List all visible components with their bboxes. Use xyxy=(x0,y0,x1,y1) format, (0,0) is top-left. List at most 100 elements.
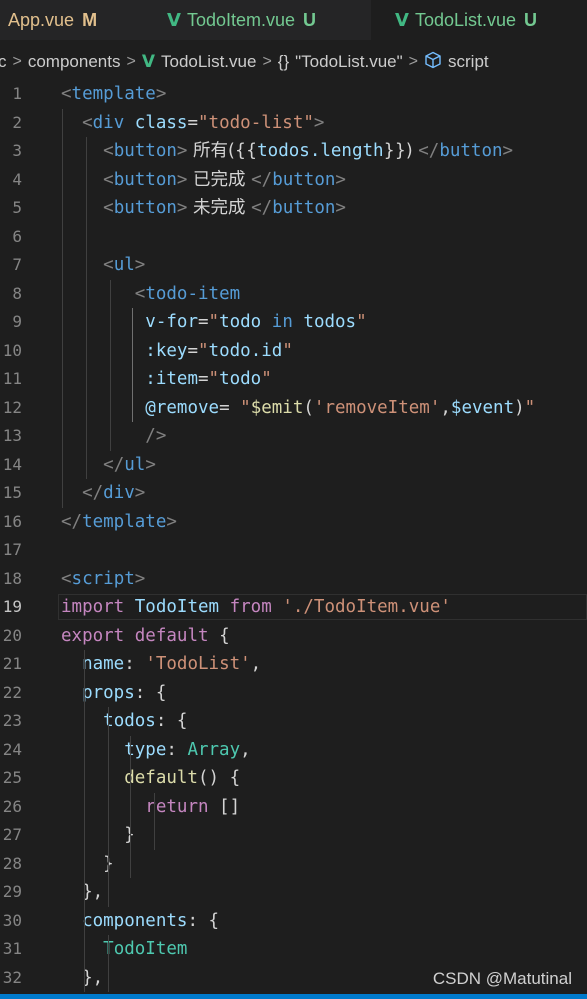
code-token: > xyxy=(134,255,146,275)
code-token: TodoItem xyxy=(134,597,220,617)
code-line[interactable]: 7 <ul> xyxy=(0,251,587,279)
code-line[interactable]: 11 :item="todo" xyxy=(0,365,587,393)
breadcrumb-folder[interactable]: components xyxy=(28,52,121,72)
code-token: todo-item xyxy=(145,283,241,304)
code-token: : { xyxy=(134,682,167,703)
code-token: </ xyxy=(251,169,273,190)
code-text: <script> xyxy=(61,565,145,593)
code-line[interactable]: 22 props: { xyxy=(0,679,587,707)
line-number: 29 xyxy=(2,882,22,901)
code-text: }, xyxy=(61,878,103,906)
code-line[interactable]: 18 <script> xyxy=(0,565,587,593)
code-line[interactable]: 8 <todo-item xyxy=(0,280,587,308)
code-line[interactable]: 16 </template> xyxy=(0,508,587,536)
code-line[interactable]: 13 /> xyxy=(0,422,587,450)
code-line[interactable]: 21 name: 'TodoList', xyxy=(0,650,587,678)
code-line[interactable]: 14 </ul> xyxy=(0,451,587,479)
code-token: 未完成 xyxy=(187,198,252,218)
code-line[interactable]: 27 } xyxy=(0,821,587,849)
code-line[interactable]: 24 type: Array, xyxy=(0,736,587,764)
line-number: 10 xyxy=(2,340,22,360)
code-line[interactable]: 15 </div> xyxy=(0,479,587,507)
code-text: </ul> xyxy=(61,451,156,479)
breadcrumb-root[interactable]: c xyxy=(0,52,7,72)
code-line[interactable]: 20 export default { xyxy=(0,622,587,650)
code-line[interactable]: 3 <button> 所有({{todos.length}}) </button… xyxy=(0,137,587,165)
breadcrumb-file[interactable]: TodoList.vue xyxy=(161,52,256,72)
code-text: }, xyxy=(61,964,103,992)
code-token: todo xyxy=(219,312,262,332)
code-line[interactable]: 19 import TodoItem from './TodoItem.vue' xyxy=(0,593,587,621)
line-number: 24 xyxy=(2,739,22,759)
indent-guide xyxy=(62,108,63,508)
code-line[interactable]: 25 default() { xyxy=(0,764,587,792)
code-token: </ xyxy=(82,483,104,503)
code-token: button xyxy=(113,141,177,161)
code-line[interactable]: 12 @remove= "$emit('removeItem',$event)" xyxy=(0,394,587,422)
code-token: 'removeItem' xyxy=(313,397,441,418)
code-token: = xyxy=(187,340,198,361)
line-number: 28 xyxy=(2,853,22,873)
breadcrumb-scope[interactable]: "TodoList.vue" xyxy=(295,52,403,72)
code-line[interactable]: 10 :key="todo.id" xyxy=(0,337,587,365)
code-token: ul xyxy=(113,255,135,275)
code-line[interactable]: 9 v-for="todo in todos" xyxy=(0,308,587,336)
code-token: [] xyxy=(208,796,241,817)
code-token: > xyxy=(155,84,167,104)
line-number: 32 xyxy=(2,967,22,987)
code-editor[interactable]: 1 <template> 2 <div class="todo-list"> 3 <b… xyxy=(0,80,587,999)
code-line[interactable]: 28 } xyxy=(0,850,587,878)
code-token: < xyxy=(61,568,72,589)
code-token: < xyxy=(103,198,114,218)
code-token: props xyxy=(82,682,135,703)
code-token: " xyxy=(282,340,293,361)
code-line[interactable]: 29 }, xyxy=(0,878,587,906)
code-line[interactable]: 5 <button> 未完成 </button> xyxy=(0,194,587,222)
chevron-right-icon: > xyxy=(12,53,22,70)
tab-app-vue[interactable]: App.vue M xyxy=(0,0,143,40)
code-token: = xyxy=(197,312,209,332)
code-token: < xyxy=(103,141,114,161)
code-token: 已完成 xyxy=(187,169,252,190)
code-line[interactable]: 17 xyxy=(0,536,587,564)
code-line[interactable]: 4 <button> 已完成 </button> xyxy=(0,166,587,194)
line-number: 9 xyxy=(12,312,22,331)
code-line[interactable]: 1 <template> xyxy=(0,80,587,108)
code-line[interactable]: 26 return [] xyxy=(0,793,587,821)
tab-label: TodoList.vue xyxy=(414,9,517,30)
line-number: 20 xyxy=(2,625,22,645)
code-line[interactable]: 30 components: { xyxy=(0,907,587,935)
tab-todoitem-vue[interactable]: V TodoItem.vue U xyxy=(143,0,371,40)
code-token: > xyxy=(134,483,146,503)
code-token: > xyxy=(145,454,156,475)
code-text: <div class="todo-list"> xyxy=(61,109,324,137)
code-line[interactable]: 6 xyxy=(0,223,587,251)
line-number: 15 xyxy=(2,483,22,502)
vue-icon: V xyxy=(395,9,409,31)
code-line[interactable]: 23 todos: { xyxy=(0,707,587,735)
code-token: todos.length xyxy=(257,141,384,161)
chevron-right-icon: > xyxy=(126,53,136,70)
tab-status-badge: U xyxy=(303,9,316,30)
code-line[interactable]: 31 TodoItem xyxy=(0,935,587,963)
line-number: 19 xyxy=(2,597,22,616)
tab-label: App.vue xyxy=(8,9,75,30)
tab-todolist-vue[interactable]: V TodoList.vue U xyxy=(371,0,587,40)
code-token: " xyxy=(198,340,209,361)
code-token: button xyxy=(439,141,503,161)
code-text: TodoItem xyxy=(61,935,187,963)
code-text: /> xyxy=(61,422,166,450)
code-token: < xyxy=(61,84,72,104)
code-text: <button> 所有({{todos.length}}) </button> xyxy=(61,137,513,165)
code-line[interactable]: 2 <div class="todo-list"> xyxy=(0,109,587,137)
code-token: @remove xyxy=(145,397,220,418)
breadcrumb-section[interactable]: script xyxy=(448,52,489,72)
